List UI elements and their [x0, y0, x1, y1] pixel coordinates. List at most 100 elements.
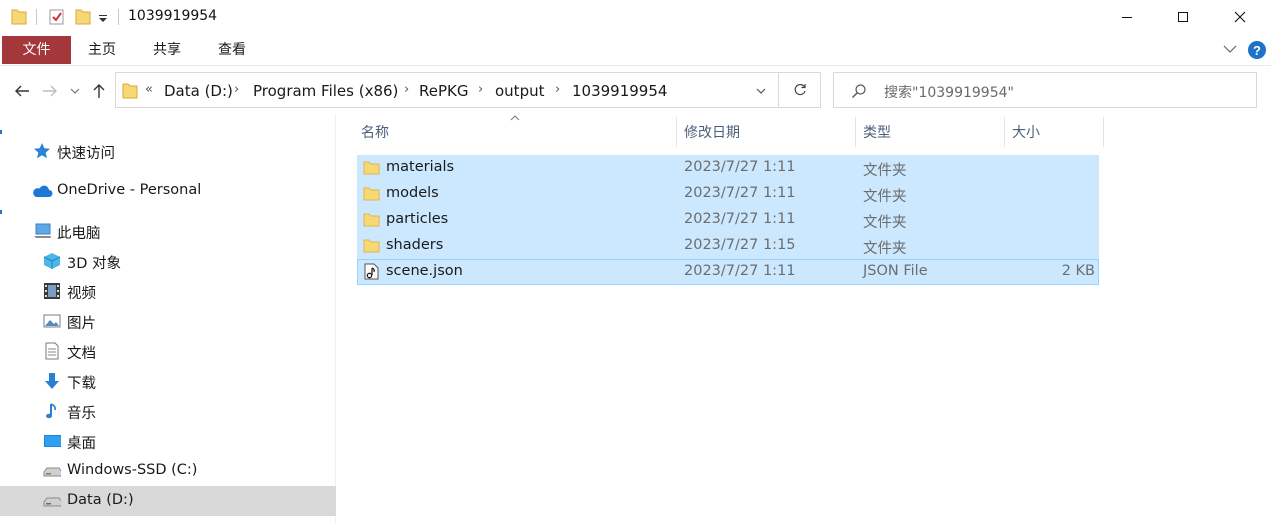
picture-icon — [43, 314, 61, 328]
recent-locations-button[interactable] — [64, 80, 86, 102]
customize-toolbar-icon[interactable] — [97, 7, 109, 27]
folder-icon — [363, 239, 380, 253]
sidebar-item-quick-access[interactable]: 快速访问 — [0, 136, 336, 166]
maximize-button[interactable] — [1160, 0, 1206, 34]
column-divider[interactable] — [1103, 117, 1104, 147]
search-placeholder: 搜索"1039919954" — [884, 85, 1014, 101]
file-row[interactable]: scene.json 2023/7/27 1:11 JSON File 2 KB — [357, 259, 1099, 285]
sidebar-item-desktop[interactable]: 桌面 — [0, 426, 336, 456]
breadcrumb-separator[interactable]: › — [555, 82, 560, 97]
column-divider[interactable] — [676, 117, 677, 147]
sidebar-item-label: Data (D:) — [67, 492, 134, 508]
minimize-button[interactable] — [1104, 0, 1150, 34]
sort-ascending-icon — [510, 115, 520, 121]
file-name: materials — [386, 159, 455, 175]
address-bar[interactable]: « Data (D:) › Program Files (x86) › RePK… — [115, 72, 779, 108]
sidebar-item-label: 音乐 — [67, 406, 96, 422]
forward-arrow-icon — [43, 85, 57, 97]
file-name: models — [386, 185, 439, 201]
maximize-icon — [1178, 12, 1188, 22]
up-arrow-icon — [93, 84, 105, 98]
json-file-icon — [364, 263, 379, 280]
back-arrow-icon — [15, 85, 29, 97]
sidebar-item-3d-objects[interactable]: 3D 对象 — [0, 246, 336, 276]
file-row[interactable]: materials 2023/7/27 1:11 文件夹 — [357, 155, 1099, 181]
column-header-name[interactable]: 名称 — [361, 122, 389, 142]
breadcrumb-repkg[interactable]: RePKG — [419, 82, 468, 100]
3d-objects-icon — [43, 253, 61, 269]
file-type: 文件夹 — [863, 215, 907, 231]
sidebar-item-videos[interactable]: 视频 — [0, 276, 336, 306]
breadcrumb-current[interactable]: 1039919954 — [572, 82, 667, 100]
file-row[interactable]: models 2023/7/27 1:11 文件夹 — [357, 181, 1099, 207]
refresh-button[interactable] — [779, 72, 821, 108]
sidebar-item-onedrive[interactable]: OneDrive - Personal — [0, 176, 336, 206]
column-header-size[interactable]: 大小 — [1012, 122, 1040, 142]
breadcrumb-separator[interactable]: › — [478, 82, 483, 97]
breadcrumb-data-d[interactable]: Data (D:) — [164, 82, 233, 100]
column-divider[interactable] — [1004, 117, 1005, 147]
tab-file[interactable]: 文件 — [2, 36, 71, 64]
file-name: particles — [386, 211, 449, 227]
folder-icon — [363, 187, 380, 201]
column-divider[interactable] — [855, 117, 856, 147]
sidebar-item-label: Windows-SSD (C:) — [67, 462, 198, 478]
forward-button[interactable] — [39, 80, 61, 102]
file-modified: 2023/7/27 1:11 — [684, 211, 796, 227]
document-icon — [45, 342, 59, 360]
close-button[interactable] — [1217, 0, 1263, 34]
file-row[interactable]: shaders 2023/7/27 1:15 文件夹 — [357, 233, 1099, 259]
cloud-icon — [33, 185, 53, 197]
breadcrumb-output[interactable]: output — [495, 82, 544, 100]
address-dropdown-icon[interactable] — [756, 87, 766, 95]
sidebar-item-label: 此电脑 — [57, 226, 101, 242]
scroll-indicator — [0, 130, 2, 134]
sidebar-item-documents[interactable]: 文档 — [0, 336, 336, 366]
file-name: shaders — [386, 237, 444, 253]
search-input[interactable]: 搜索"1039919954" — [833, 72, 1257, 108]
film-icon — [44, 283, 60, 299]
overflow-chevron[interactable]: « — [145, 82, 153, 97]
sidebar-item-label: 文档 — [67, 346, 96, 362]
breadcrumb-separator[interactable]: › — [234, 82, 239, 97]
column-header-modified[interactable]: 修改日期 — [684, 122, 740, 142]
up-button[interactable] — [88, 80, 110, 102]
sidebar-item-label: 图片 — [67, 316, 96, 332]
search-icon — [852, 84, 866, 98]
file-row[interactable]: particles 2023/7/27 1:11 文件夹 — [357, 207, 1099, 233]
file-modified: 2023/7/27 1:11 — [684, 159, 796, 175]
file-type: 文件夹 — [863, 163, 907, 179]
sidebar-item-music[interactable]: 音乐 — [0, 396, 336, 426]
tab-home[interactable]: 主页 — [72, 36, 132, 64]
breadcrumb-separator[interactable]: › — [404, 82, 409, 97]
sidebar-item-label: 快速访问 — [57, 146, 115, 162]
file-modified: 2023/7/27 1:11 — [684, 185, 796, 201]
separator — [36, 9, 37, 25]
sidebar-item-this-pc[interactable]: 此电脑 — [0, 216, 336, 246]
help-icon[interactable]: ? — [1247, 40, 1267, 60]
breadcrumb-program-files[interactable]: Program Files (x86) — [253, 82, 398, 100]
drive-icon — [43, 467, 61, 477]
music-note-icon — [46, 403, 56, 419]
separator — [118, 9, 119, 25]
tab-share[interactable]: 共享 — [137, 36, 197, 64]
sidebar-item-drive-c[interactable]: Windows-SSD (C:) — [0, 456, 336, 486]
new-folder-icon[interactable] — [74, 7, 92, 27]
refresh-icon — [794, 83, 806, 96]
sidebar-item-drive-d[interactable]: Data (D:) — [0, 486, 336, 516]
sidebar-item-pictures[interactable]: 图片 — [0, 306, 336, 336]
file-type: 文件夹 — [863, 241, 907, 257]
sidebar-item-label: 3D 对象 — [67, 256, 121, 272]
file-size: 2 KB — [1061, 263, 1095, 279]
back-button[interactable] — [11, 80, 33, 102]
folder-icon — [11, 9, 27, 25]
computer-icon — [34, 223, 51, 238]
folder-icon — [363, 161, 380, 175]
properties-icon[interactable] — [48, 7, 66, 27]
column-header-type[interactable]: 类型 — [863, 122, 891, 142]
sidebar-item-downloads[interactable]: 下载 — [0, 366, 336, 396]
window-title: 1039919954 — [128, 8, 218, 24]
tab-view[interactable]: 查看 — [202, 36, 262, 64]
sidebar-item-label: 桌面 — [67, 436, 96, 452]
expand-ribbon-icon[interactable] — [1223, 44, 1237, 54]
